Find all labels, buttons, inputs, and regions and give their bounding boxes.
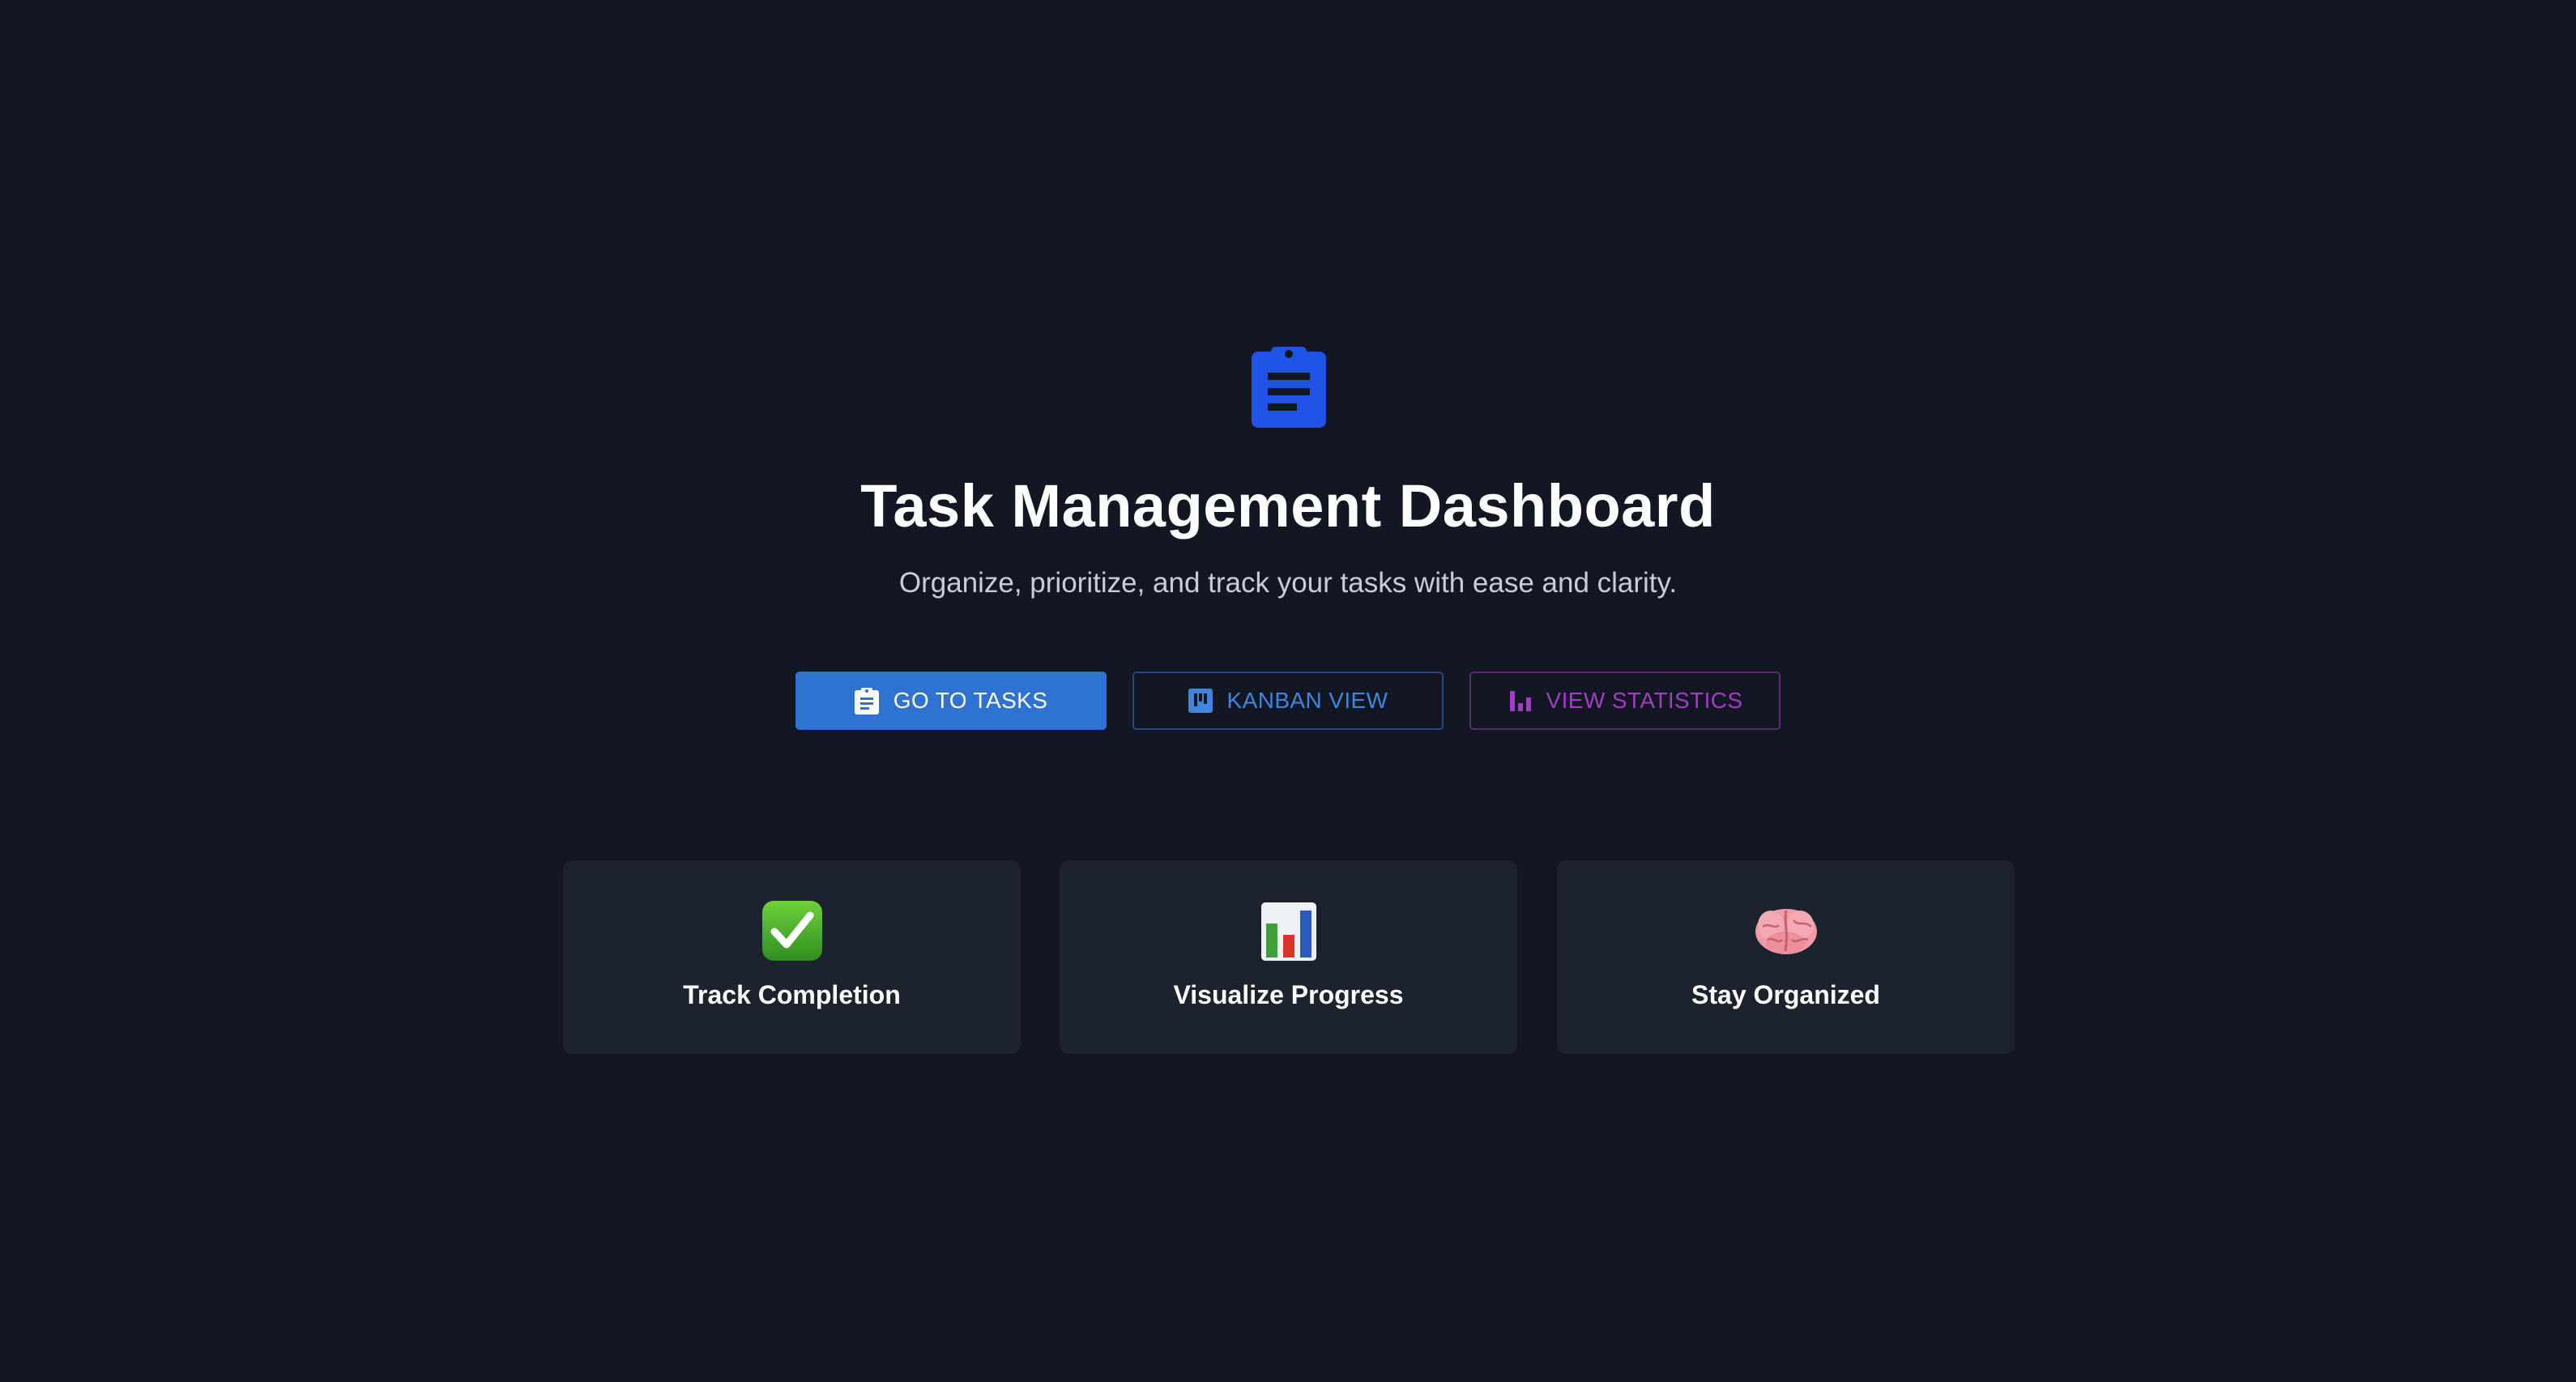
clipboard-icon [854, 687, 879, 714]
clipboard-icon [1252, 343, 1326, 428]
feature-title: Track Completion [683, 980, 901, 1009]
page-title: Task Management Dashboard [860, 472, 1716, 540]
bar-chart-icon [1508, 689, 1532, 713]
feature-title: Stay Organized [1691, 980, 1880, 1009]
view-statistics-label: VIEW STATISTICS [1546, 688, 1743, 713]
go-to-tasks-button[interactable]: GO TO TASKS [795, 672, 1107, 730]
feature-card-stay-organized: Stay Organized [1557, 860, 2015, 1054]
bar-chart-icon [1060, 899, 1517, 962]
feature-title: Visualize Progress [1173, 980, 1404, 1009]
kanban-board-icon [1188, 689, 1213, 713]
feature-card-visualize-progress: Visualize Progress [1060, 860, 1517, 1054]
view-statistics-button[interactable]: VIEW STATISTICS [1469, 672, 1781, 730]
page-subtitle: Organize, prioritize, and track your tas… [898, 567, 1678, 599]
kanban-view-label: KANBAN VIEW [1226, 688, 1388, 713]
check-mark-icon [563, 899, 1021, 962]
feature-card-track-completion: Track Completion [563, 860, 1021, 1054]
kanban-view-button[interactable]: KANBAN VIEW [1132, 672, 1444, 730]
go-to-tasks-label: GO TO TASKS [893, 688, 1048, 713]
brain-icon [1557, 899, 2015, 962]
